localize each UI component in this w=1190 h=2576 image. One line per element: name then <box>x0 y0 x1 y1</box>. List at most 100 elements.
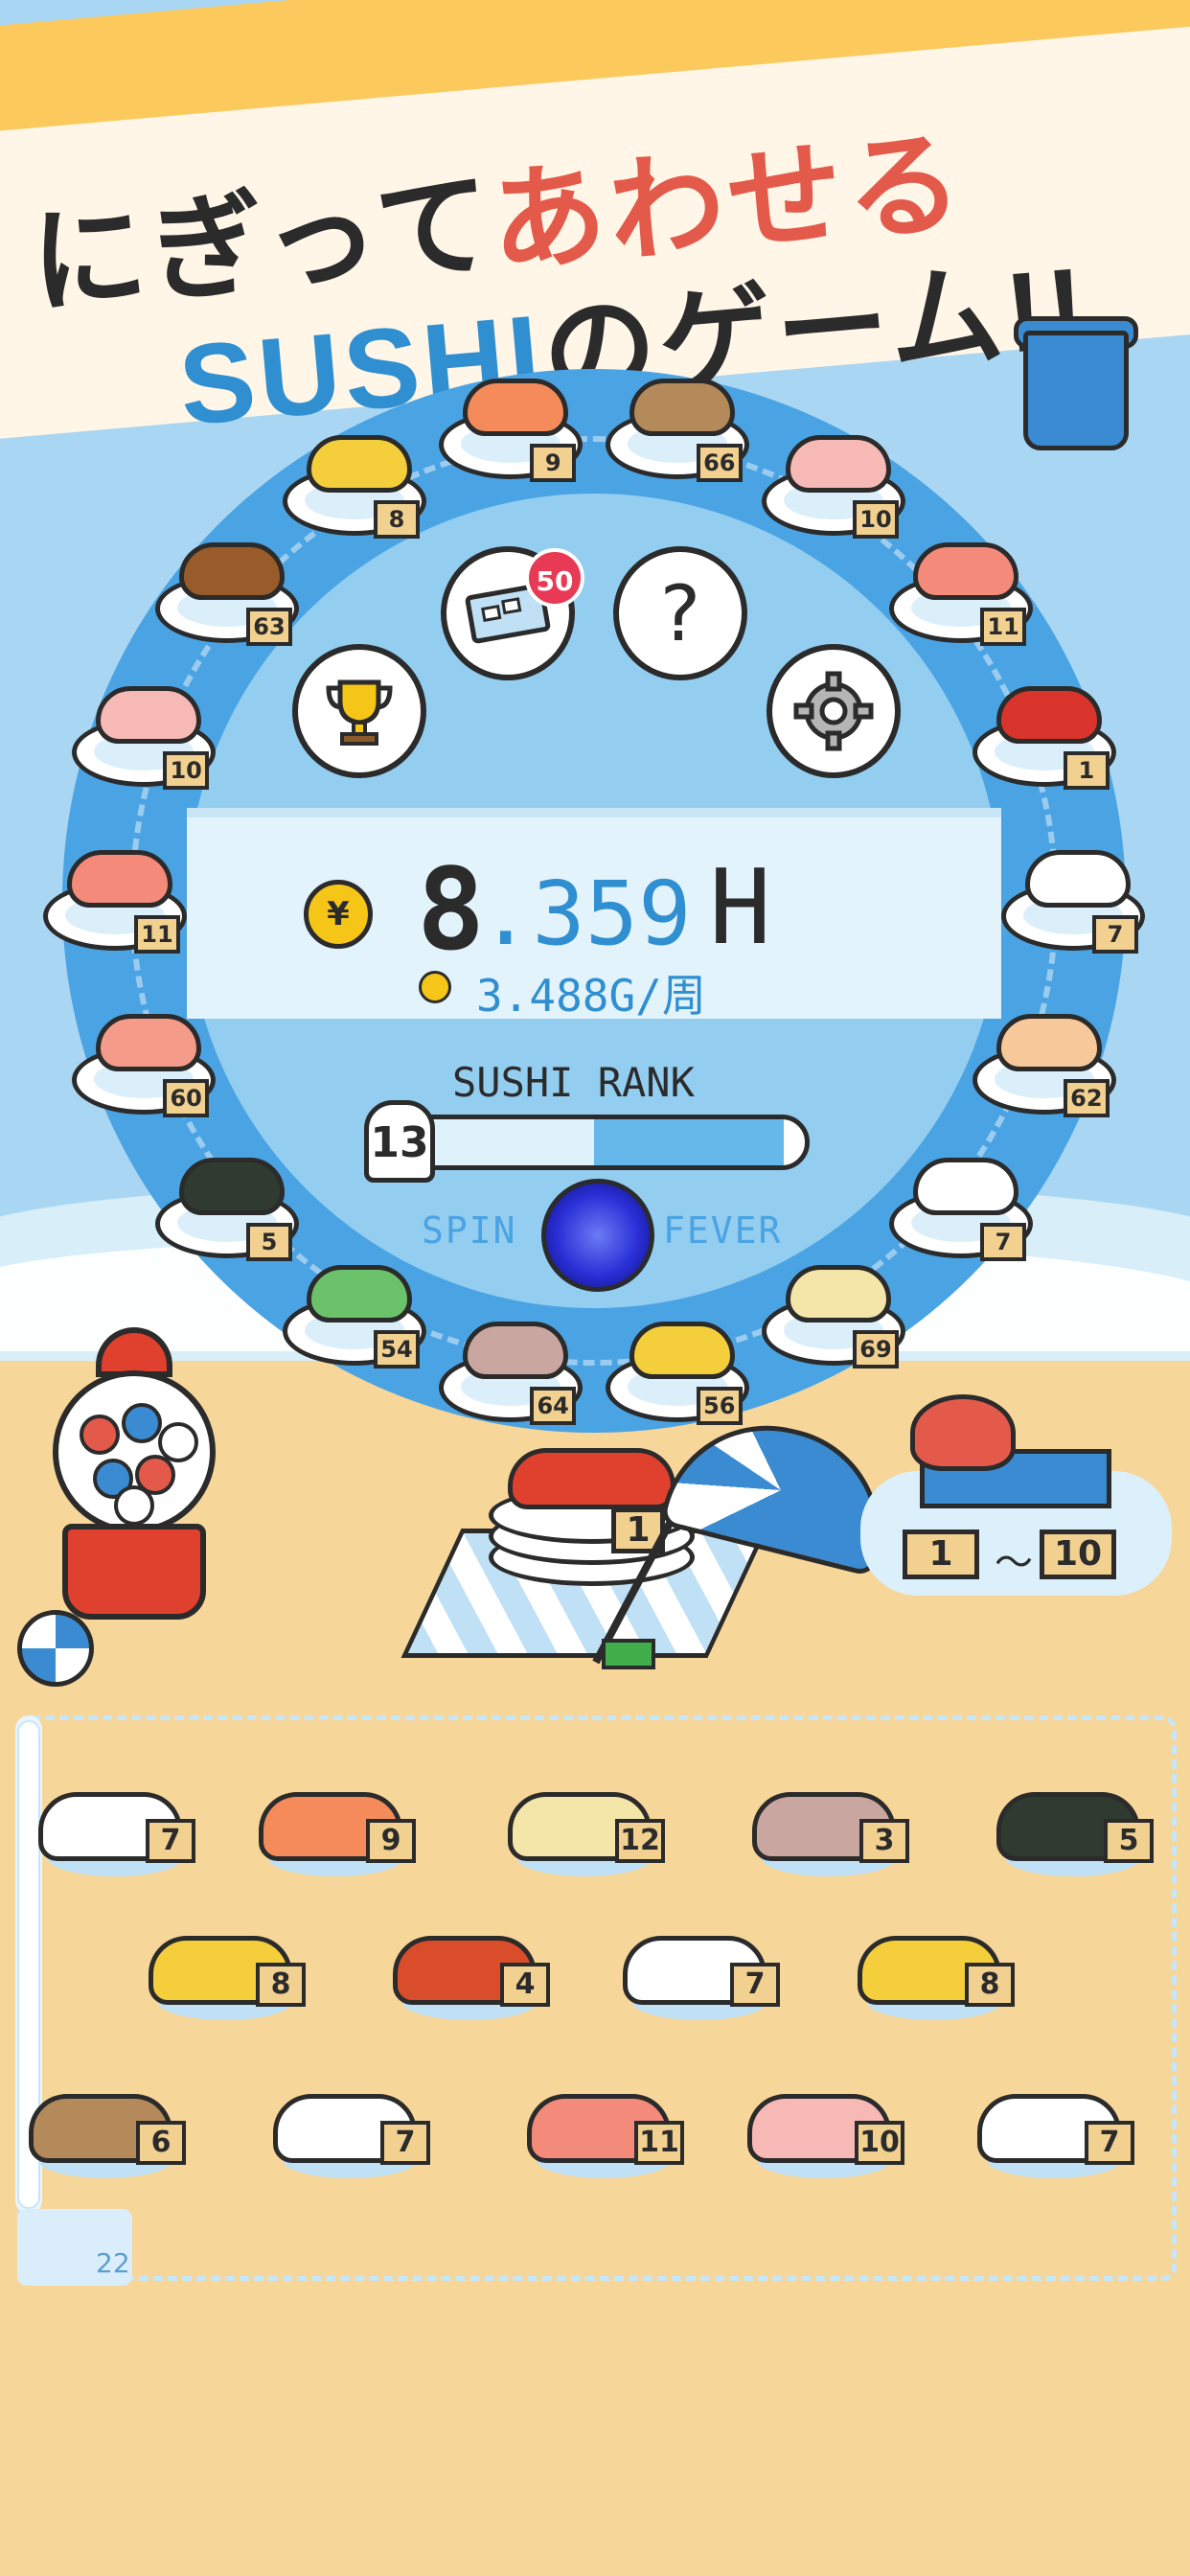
fever-label: FEVER <box>663 1209 783 1252</box>
gumball <box>114 1485 154 1526</box>
settings-button[interactable] <box>767 644 901 778</box>
plate-level-tag: 11 <box>980 607 1027 646</box>
ring-plate[interactable]: 10 <box>762 434 905 539</box>
ring-plate[interactable]: 66 <box>605 378 749 482</box>
sea-bream-sushi <box>786 434 891 493</box>
katsu-sushi <box>178 541 285 600</box>
board-sushi[interactable]: 3 <box>752 1773 915 1876</box>
plate-level-tag: 64 <box>530 1387 577 1426</box>
sushi-level-tag: 3 <box>859 1819 909 1863</box>
plate-level-tag: 62 <box>1063 1079 1110 1117</box>
squid-sushi <box>913 1158 1019 1216</box>
sushi-level-tag: 12 <box>615 1819 665 1863</box>
board-sushi[interactable]: 9 <box>259 1773 422 1876</box>
help-button[interactable]: ? <box>613 546 747 680</box>
ring-plate[interactable]: 64 <box>439 1322 584 1426</box>
shrimp-sushi <box>463 378 569 436</box>
ring-plate[interactable]: 8 <box>283 434 426 539</box>
rank-level: 13 <box>364 1100 435 1183</box>
grass-tuft <box>602 1639 655 1669</box>
board-sushi[interactable]: 6 <box>29 2075 192 2178</box>
gumball <box>80 1414 120 1455</box>
plate-level-tag: 5 <box>245 1223 292 1262</box>
ring-plate[interactable]: 69 <box>762 1265 905 1368</box>
ring-plate[interactable]: 1 <box>972 685 1116 790</box>
ring-plate[interactable]: 11 <box>43 850 187 954</box>
board-capacity-count: 22 <box>96 2247 130 2279</box>
board-sushi[interactable]: 7 <box>623 1917 786 2020</box>
ring-plate[interactable]: 5 <box>154 1158 299 1262</box>
plate-level-tag: 66 <box>696 443 743 482</box>
money-decimal: .359 <box>479 862 692 965</box>
plate-level-tag: 63 <box>245 607 292 646</box>
plate-level-tag: 1 <box>1063 750 1110 790</box>
plate-level-tag: 10 <box>853 499 899 539</box>
ring-plate[interactable]: 9 <box>439 378 584 482</box>
tuna-roll-sushi <box>178 1158 285 1216</box>
ring-plate[interactable]: 54 <box>283 1265 426 1368</box>
sushi-level-tag: 6 <box>136 2121 186 2165</box>
mackerel-sushi <box>463 1322 569 1380</box>
board-sushi[interactable]: 7 <box>38 1773 201 1876</box>
board-sushi[interactable]: 5 <box>996 1773 1159 1876</box>
board-sushi[interactable]: 12 <box>508 1773 671 1876</box>
ring-plate[interactable]: 62 <box>972 1014 1116 1117</box>
ticket-count-badge: 50 <box>525 548 584 608</box>
tuna-sushi <box>995 685 1102 744</box>
plate-level-tag: 7 <box>1092 915 1138 954</box>
plate-level-tag: 10 <box>163 750 210 790</box>
trophy-button[interactable] <box>292 644 426 778</box>
ring-plate[interactable]: 11 <box>889 541 1034 646</box>
scallop-sushi <box>995 1014 1102 1071</box>
ring-plate[interactable]: 56 <box>605 1322 749 1426</box>
money-band-edge <box>187 808 1001 817</box>
sushi-level-tag: 9 <box>366 1819 416 1863</box>
plate-level-tag: 54 <box>374 1330 420 1368</box>
sushi-level-tag: 7 <box>146 1819 195 1863</box>
ring-plate[interactable]: 7 <box>889 1158 1034 1262</box>
fever-vortex-button[interactable] <box>541 1179 654 1292</box>
gumball-base <box>62 1524 206 1620</box>
plate-level-tag: 9 <box>530 443 577 482</box>
sushi-level-tag: 7 <box>1085 2121 1134 2165</box>
sea-bream-sushi <box>96 685 202 744</box>
ring-plate[interactable]: 10 <box>72 685 217 790</box>
plate-level-tag: 8 <box>374 499 420 539</box>
plate-level-tag: 60 <box>163 1079 210 1117</box>
cucumber-roll-sushi <box>307 1265 412 1322</box>
beach-ball <box>17 1610 94 1687</box>
sushi-level-tag: 7 <box>380 2121 430 2165</box>
gear-icon <box>793 671 874 751</box>
board-sushi[interactable]: 10 <box>747 2075 910 2178</box>
eel-sushi <box>629 378 735 436</box>
trash-can-icon[interactable] <box>1023 331 1129 450</box>
rank-progress-fill <box>594 1119 784 1165</box>
ring-plate[interactable]: 60 <box>72 1014 217 1117</box>
small-coin-icon <box>419 971 451 1003</box>
salmon-special-sushi <box>96 1014 202 1071</box>
sushi-level-tag: 8 <box>965 1963 1015 2007</box>
gumball-machine[interactable] <box>53 1370 216 1533</box>
ring-plate[interactable]: 7 <box>1001 850 1145 954</box>
board-sushi[interactable]: 8 <box>149 1917 311 2020</box>
sushi-level-tag: 7 <box>730 1963 780 2007</box>
money-integer: 8 <box>417 843 486 976</box>
trophy-icon <box>326 679 393 746</box>
ring-plate[interactable]: 63 <box>154 541 299 646</box>
board-sushi[interactable]: 7 <box>977 2075 1140 2178</box>
board-sushi[interactable]: 7 <box>273 2075 436 2178</box>
tamago-sushi <box>307 434 412 493</box>
sushi-level-tag: 4 <box>500 1963 550 2007</box>
tuna-sushi <box>508 1448 675 1509</box>
plate-level-tag: 56 <box>696 1387 743 1426</box>
plate-level-tag: 7 <box>980 1223 1027 1262</box>
sushi-level-tag: 10 <box>855 2121 904 2165</box>
tamago-sushi <box>629 1322 735 1380</box>
range-max-tag: 10 <box>1040 1530 1116 1579</box>
board-sushi[interactable]: 11 <box>527 2075 690 2178</box>
range-separator: 〜 <box>995 1541 1033 1585</box>
board-sushi[interactable]: 4 <box>393 1917 556 2020</box>
sushi-level-tag: 8 <box>256 1963 306 2007</box>
plate-level-tag: 11 <box>134 915 180 954</box>
board-sushi[interactable]: 8 <box>858 1917 1020 2020</box>
